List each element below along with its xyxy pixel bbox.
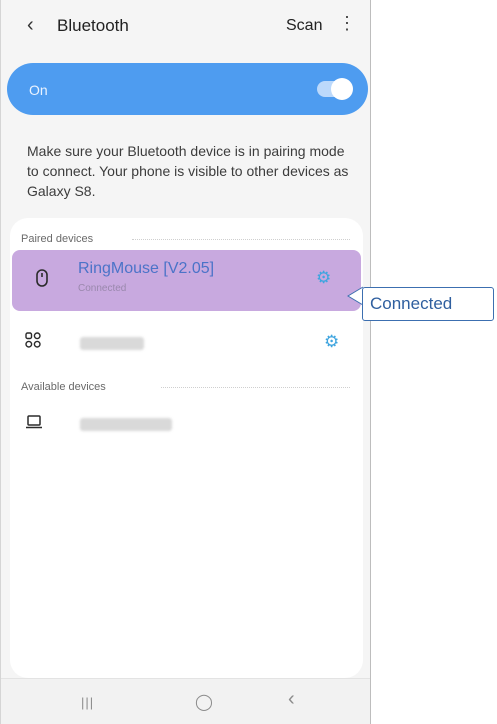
- annotation-callout: Connected: [362, 287, 494, 321]
- laptop-icon: [25, 415, 43, 434]
- bluetooth-switch[interactable]: [317, 78, 353, 100]
- grid-device-icon: [25, 332, 41, 353]
- more-options-icon[interactable]: ⋮: [338, 14, 356, 32]
- device-name-redacted: [80, 418, 172, 431]
- device-name-redacted: [80, 337, 144, 350]
- recent-apps-button[interactable]: |||: [81, 695, 94, 710]
- section-divider: [132, 239, 350, 240]
- bluetooth-toggle-bar[interactable]: On: [7, 63, 368, 115]
- device-settings-gear-icon[interactable]: ⚙: [316, 268, 331, 288]
- toggle-label: On: [29, 82, 48, 98]
- device-name: RingMouse [V2.05]: [78, 260, 215, 277]
- mouse-icon: [36, 269, 48, 292]
- callout-label: Connected: [370, 294, 453, 313]
- section-divider: [161, 387, 350, 388]
- paired-device-2[interactable]: ⚙: [10, 318, 363, 368]
- paired-devices-header: Paired devices: [21, 233, 94, 245]
- available-devices-header: Available devices: [21, 381, 106, 393]
- system-nav-bar: ||| ◯ ‹: [1, 678, 370, 724]
- app-bar: ‹ Bluetooth Scan ⋮: [1, 0, 370, 58]
- back-arrow-icon[interactable]: ‹: [27, 14, 34, 37]
- device-status: Connected: [78, 283, 127, 294]
- switch-knob: [331, 78, 353, 100]
- back-button[interactable]: ‹: [288, 688, 295, 711]
- available-device-1[interactable]: [10, 400, 363, 450]
- home-button[interactable]: ◯: [195, 692, 213, 712]
- pairing-hint-text: Make sure your Bluetooth device is in pa…: [27, 143, 349, 199]
- scan-button[interactable]: Scan: [286, 17, 322, 35]
- paired-device-ringmouse[interactable]: RingMouse [V2.05] Connected ⚙: [12, 250, 361, 311]
- device-settings-gear-icon[interactable]: ⚙: [324, 332, 339, 352]
- phone-screen: ‹ Bluetooth Scan ⋮ On Make sure your Blu…: [0, 0, 371, 724]
- page-title: Bluetooth: [57, 16, 129, 35]
